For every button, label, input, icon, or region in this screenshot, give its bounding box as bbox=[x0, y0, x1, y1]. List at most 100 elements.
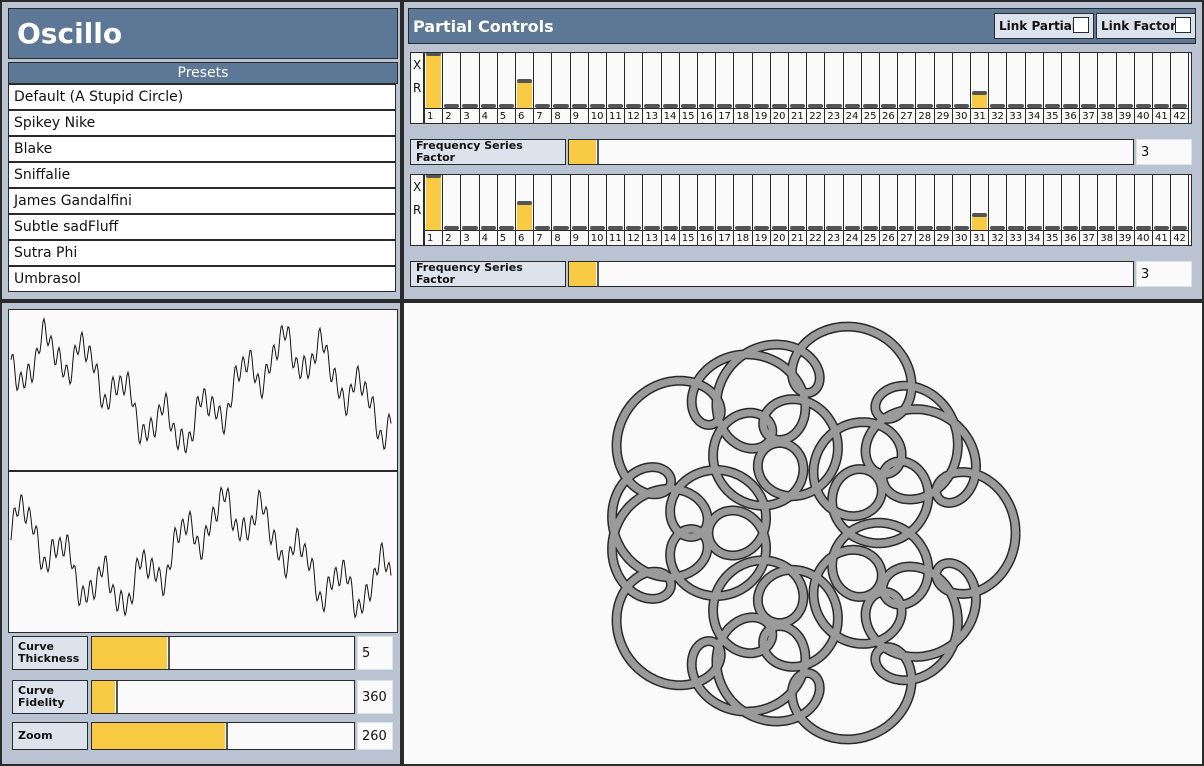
partial-thumb[interactable] bbox=[644, 104, 660, 108]
x-factor-value[interactable]: 3 bbox=[1136, 139, 1192, 165]
partial-slider[interactable] bbox=[443, 175, 462, 231]
partial-slider[interactable] bbox=[479, 175, 498, 231]
partial-thumb[interactable] bbox=[699, 226, 715, 230]
partial-slider[interactable] bbox=[825, 175, 844, 231]
partial-thumb[interactable] bbox=[735, 226, 751, 230]
partial-slider[interactable] bbox=[552, 175, 571, 231]
partial-thumb[interactable] bbox=[753, 104, 769, 108]
preset-item[interactable]: James Gandalfini bbox=[8, 188, 396, 214]
partial-thumb[interactable] bbox=[589, 226, 605, 230]
partial-slider[interactable] bbox=[1116, 175, 1135, 231]
partial-slider[interactable] bbox=[534, 53, 553, 109]
preset-item[interactable]: Spikey Nike bbox=[8, 110, 396, 136]
partial-slider[interactable] bbox=[1153, 175, 1172, 231]
partial-thumb[interactable] bbox=[717, 104, 733, 108]
partial-thumb[interactable] bbox=[862, 226, 878, 230]
partial-thumb[interactable] bbox=[662, 226, 678, 230]
partial-slider[interactable] bbox=[1080, 175, 1099, 231]
partial-thumb[interactable] bbox=[826, 226, 842, 230]
partial-slider[interactable] bbox=[1116, 53, 1135, 109]
partial-thumb[interactable] bbox=[1044, 226, 1060, 230]
partial-thumb[interactable] bbox=[1063, 226, 1079, 230]
partial-slider[interactable] bbox=[1080, 53, 1099, 109]
partial-thumb[interactable] bbox=[899, 226, 915, 230]
partial-thumb[interactable] bbox=[1172, 104, 1188, 108]
partial-slider[interactable] bbox=[952, 53, 971, 109]
r-factor-thumb[interactable] bbox=[596, 262, 600, 286]
thickness-value[interactable]: 5 bbox=[357, 636, 393, 670]
partial-slider[interactable] bbox=[752, 53, 771, 109]
partial-slider[interactable] bbox=[1043, 53, 1062, 109]
partial-slider[interactable] bbox=[770, 175, 789, 231]
partial-thumb[interactable] bbox=[1099, 104, 1115, 108]
partial-slider[interactable] bbox=[588, 175, 607, 231]
partial-thumb[interactable] bbox=[917, 104, 933, 108]
partial-thumb[interactable] bbox=[1117, 226, 1133, 230]
link-factors-checkbox[interactable]: Link Factors bbox=[1096, 13, 1196, 39]
partial-slider[interactable] bbox=[971, 175, 990, 231]
partial-slider[interactable] bbox=[716, 53, 735, 109]
fidelity-slider[interactable] bbox=[91, 680, 355, 714]
partial-slider[interactable] bbox=[807, 53, 826, 109]
partial-slider[interactable] bbox=[734, 53, 753, 109]
partial-slider[interactable] bbox=[497, 53, 516, 109]
partial-slider[interactable] bbox=[570, 53, 589, 109]
partial-slider[interactable] bbox=[1062, 53, 1081, 109]
partial-thumb[interactable] bbox=[1154, 226, 1170, 230]
partial-slider[interactable] bbox=[880, 175, 899, 231]
fidelity-value[interactable]: 360 bbox=[357, 680, 393, 714]
partial-slider[interactable] bbox=[916, 175, 935, 231]
partial-slider[interactable] bbox=[789, 53, 808, 109]
partial-slider[interactable] bbox=[789, 175, 808, 231]
partial-thumb[interactable] bbox=[444, 226, 460, 230]
partial-slider[interactable] bbox=[425, 53, 444, 109]
partial-slider[interactable] bbox=[934, 53, 953, 109]
partial-slider[interactable] bbox=[661, 53, 680, 109]
partial-thumb[interactable] bbox=[535, 226, 551, 230]
partial-slider[interactable] bbox=[861, 175, 880, 231]
partial-thumb[interactable] bbox=[1154, 104, 1170, 108]
partial-slider[interactable] bbox=[679, 53, 698, 109]
partial-thumb[interactable] bbox=[1008, 226, 1024, 230]
partial-thumb[interactable] bbox=[735, 104, 751, 108]
partial-thumb[interactable] bbox=[826, 104, 842, 108]
partial-thumb[interactable] bbox=[1099, 226, 1115, 230]
link-partials-box[interactable] bbox=[1073, 17, 1089, 33]
partial-slider[interactable] bbox=[1025, 175, 1044, 231]
partial-slider[interactable] bbox=[716, 175, 735, 231]
partial-thumb[interactable] bbox=[972, 212, 988, 217]
partial-slider[interactable] bbox=[1171, 175, 1190, 231]
partial-thumb[interactable] bbox=[553, 104, 569, 108]
thickness-thumb[interactable] bbox=[166, 637, 170, 669]
partial-slider[interactable] bbox=[1098, 53, 1117, 109]
partial-slider[interactable] bbox=[825, 53, 844, 109]
partial-slider[interactable] bbox=[916, 53, 935, 109]
partial-slider[interactable] bbox=[516, 175, 535, 231]
partial-thumb[interactable] bbox=[462, 226, 478, 230]
partial-thumb[interactable] bbox=[972, 90, 988, 95]
partial-thumb[interactable] bbox=[1063, 104, 1079, 108]
partial-slider[interactable] bbox=[1134, 175, 1153, 231]
partial-slider[interactable] bbox=[1134, 53, 1153, 109]
partial-thumb[interactable] bbox=[1026, 226, 1042, 230]
partial-slider[interactable] bbox=[1153, 53, 1172, 109]
partial-thumb[interactable] bbox=[881, 104, 897, 108]
preset-item[interactable]: Umbrasol bbox=[8, 266, 396, 292]
partial-thumb[interactable] bbox=[626, 226, 642, 230]
partial-thumb[interactable] bbox=[753, 226, 769, 230]
partial-slider[interactable] bbox=[752, 175, 771, 231]
partial-slider[interactable] bbox=[643, 53, 662, 109]
partial-slider[interactable] bbox=[989, 53, 1008, 109]
partial-thumb[interactable] bbox=[953, 226, 969, 230]
partial-thumb[interactable] bbox=[680, 104, 696, 108]
partial-thumb[interactable] bbox=[699, 104, 715, 108]
partial-thumb[interactable] bbox=[917, 226, 933, 230]
partial-slider[interactable] bbox=[461, 53, 480, 109]
partial-slider[interactable] bbox=[861, 53, 880, 109]
partial-thumb[interactable] bbox=[844, 104, 860, 108]
partial-slider[interactable] bbox=[607, 175, 626, 231]
preset-item[interactable]: Subtle sadFluff bbox=[8, 214, 396, 240]
link-factors-box[interactable] bbox=[1175, 17, 1191, 33]
partial-thumb[interactable] bbox=[771, 226, 787, 230]
partial-slider[interactable] bbox=[807, 175, 826, 231]
